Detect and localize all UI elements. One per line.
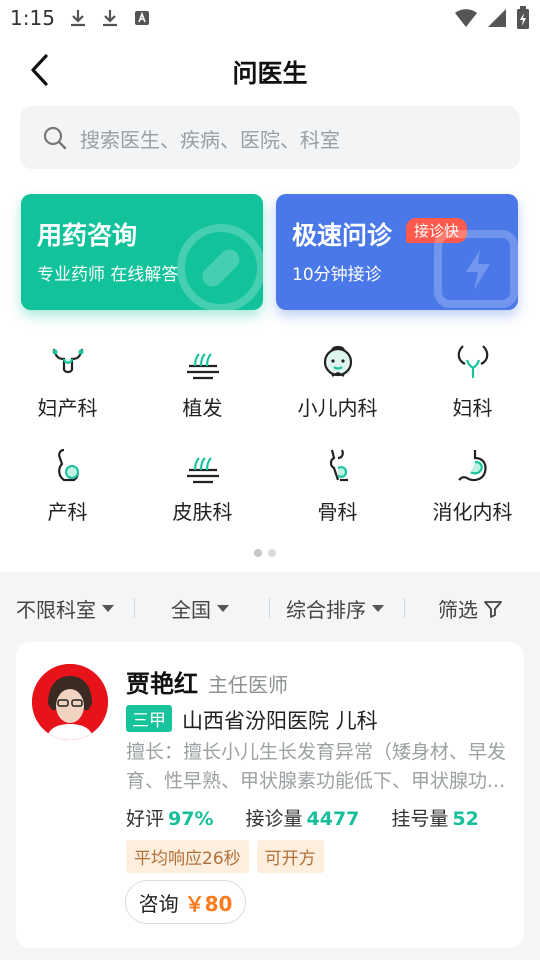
category-label: 骨科 bbox=[317, 500, 358, 524]
prescription-tag: 可开方 bbox=[256, 840, 324, 873]
consult-price: ￥80 bbox=[184, 891, 233, 916]
category-gastroenterology[interactable]: 消化内科 bbox=[405, 446, 540, 525]
category-pediatrics[interactable]: 小儿内科 bbox=[270, 342, 405, 421]
uterus-icon bbox=[52, 348, 83, 374]
doctor-stats: 好评 97% 接诊量 4477 挂号量 52 bbox=[126, 804, 511, 831]
department-filter[interactable]: 不限科室 bbox=[16, 594, 114, 623]
stomach-icon bbox=[457, 450, 487, 482]
hair-icon bbox=[186, 353, 219, 380]
download-icon bbox=[71, 10, 85, 27]
stat-label: 接诊量 bbox=[245, 808, 303, 830]
sort-filter-label: 综合排序 bbox=[286, 598, 366, 622]
search-icon bbox=[43, 126, 67, 150]
divider bbox=[269, 598, 270, 618]
category-obstetrics-gynecology[interactable]: 妇产科 bbox=[0, 342, 135, 421]
medication-consult-subtitle: 专业药师 在线解答 bbox=[37, 265, 179, 285]
response-time-tag: 平均响应26秒 bbox=[126, 840, 249, 873]
stat-value: 4477 bbox=[306, 808, 360, 830]
doctor-avatar bbox=[32, 664, 108, 740]
pill-icon bbox=[177, 224, 263, 310]
category-obstetrics[interactable]: 产科 bbox=[0, 446, 135, 525]
stat-label: 好评 bbox=[126, 808, 165, 830]
doctor-portrait-icon bbox=[32, 664, 108, 740]
sort-filter[interactable]: 综合排序 bbox=[286, 594, 384, 623]
bone-icon bbox=[329, 449, 348, 482]
dropdown-arrow-icon bbox=[217, 605, 229, 612]
consult-label: 咨询 bbox=[138, 891, 179, 916]
category-label: 小儿内科 bbox=[297, 396, 378, 420]
notification-icons bbox=[68, 8, 152, 28]
skin-icon bbox=[186, 457, 219, 484]
filter-bar: 不限科室 全国 综合排序 筛选 bbox=[0, 572, 540, 640]
hospital-level-badge: 三甲 bbox=[126, 705, 172, 732]
category-label: 妇产科 bbox=[37, 396, 98, 420]
doctor-card[interactable]: 贾艳红 主任医师 三甲 山西省汾阳医院 儿科 擅长：擅长小儿生长发育异常（矮身材… bbox=[16, 642, 524, 948]
stat-value: 97% bbox=[168, 808, 214, 830]
category-label: 妇科 bbox=[452, 396, 493, 420]
wifi-icon bbox=[455, 9, 477, 27]
registrations-stat: 挂号量 52 bbox=[391, 804, 478, 831]
screen-filter[interactable]: 筛选 bbox=[438, 594, 502, 623]
doctor-specialty: 擅长：擅长小儿生长发育异常（矮身材、早发育、性早熟、甲状腺素功能低下、甲状腺功.… bbox=[126, 741, 507, 792]
lightning-box-icon bbox=[434, 230, 518, 308]
department-filter-label: 不限科室 bbox=[16, 598, 96, 622]
signal-icon bbox=[488, 9, 506, 27]
search-placeholder: 搜索医生、疾病、医院、科室 bbox=[80, 128, 340, 152]
doctor-title: 主任医师 bbox=[208, 673, 288, 697]
region-filter[interactable]: 全国 bbox=[171, 594, 229, 623]
consultations-stat: 接诊量 4477 bbox=[246, 804, 360, 831]
doctor-name: 贾艳红 bbox=[126, 670, 198, 698]
page-title: 问医生 bbox=[232, 59, 308, 88]
rating-stat: 好评 97% bbox=[126, 804, 214, 831]
download-icon bbox=[103, 10, 117, 27]
category-gynecology[interactable]: 妇科 bbox=[405, 342, 540, 421]
status-time: 1:15 bbox=[10, 6, 55, 30]
app-header: 问医生 bbox=[0, 40, 540, 100]
stat-value: 52 bbox=[452, 808, 479, 830]
page-indicator bbox=[254, 549, 276, 557]
pregnancy-icon bbox=[57, 448, 79, 482]
battery-icon bbox=[517, 6, 529, 29]
quick-consult-title: 极速问诊 bbox=[292, 221, 393, 250]
stat-label: 挂号量 bbox=[391, 808, 449, 830]
quick-consult-subtitle: 10分钟接诊 bbox=[292, 265, 382, 285]
funnel-icon bbox=[484, 600, 502, 618]
category-orthopedics[interactable]: 骨科 bbox=[270, 446, 405, 525]
status-bar: 1:15 bbox=[0, 0, 540, 38]
category-dermatology[interactable]: 皮肤科 bbox=[135, 446, 270, 525]
quick-consult-card[interactable]: 极速问诊 接诊快 10分钟接诊 bbox=[276, 194, 518, 310]
divider bbox=[134, 598, 135, 618]
dropdown-arrow-icon bbox=[372, 605, 384, 612]
dropdown-arrow-icon bbox=[102, 605, 114, 612]
divider bbox=[404, 598, 405, 618]
baby-icon bbox=[323, 345, 352, 377]
app-notification-icon bbox=[135, 11, 149, 25]
doctor-tags: 平均响应26秒 可开方 bbox=[126, 840, 324, 873]
screen-filter-label: 筛选 bbox=[438, 598, 478, 622]
medication-consult-title: 用药咨询 bbox=[37, 221, 138, 250]
page-dot bbox=[268, 549, 276, 557]
category-hair-transplant[interactable]: 植发 bbox=[135, 342, 270, 421]
doctor-list-section: 不限科室 全国 综合排序 筛选 贾艳红 主任医师 三甲 山西省汾阳医院 儿科 擅… bbox=[0, 572, 540, 960]
category-label: 植发 bbox=[182, 396, 223, 420]
category-label: 皮肤科 bbox=[172, 500, 233, 524]
ovary-icon bbox=[457, 345, 488, 378]
page-dot-active bbox=[254, 549, 262, 557]
category-label: 产科 bbox=[47, 500, 88, 524]
region-filter-label: 全国 bbox=[171, 598, 211, 622]
consult-button[interactable]: 咨询 ￥80 bbox=[125, 880, 246, 924]
search-bar[interactable]: 搜索医生、疾病、医院、科室 bbox=[20, 106, 520, 169]
hospital-department: 山西省汾阳医院 儿科 bbox=[182, 709, 378, 733]
medication-consult-card[interactable]: 用药咨询 专业药师 在线解答 bbox=[21, 194, 263, 310]
category-label: 消化内科 bbox=[432, 500, 513, 524]
system-icons bbox=[454, 6, 530, 30]
